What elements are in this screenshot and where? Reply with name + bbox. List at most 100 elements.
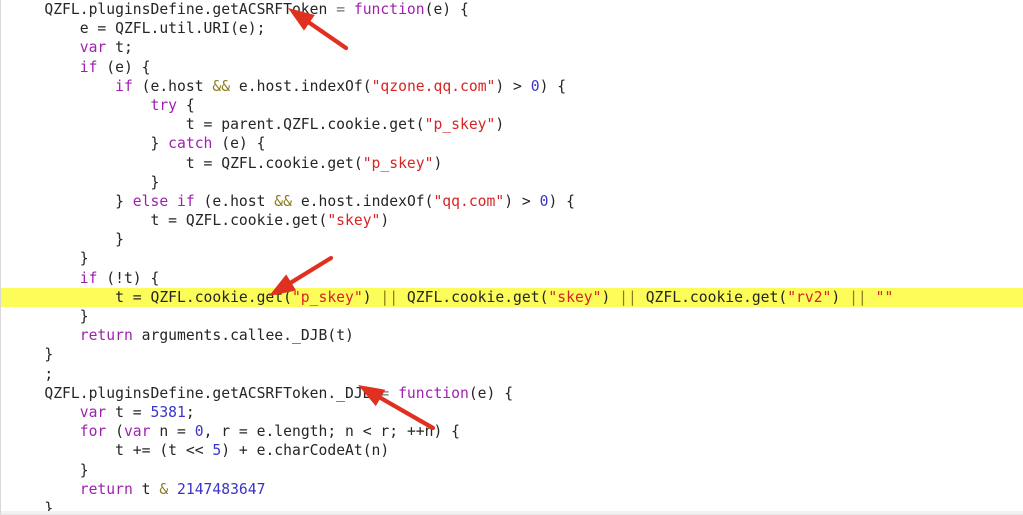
code-token-eq: = <box>380 384 399 402</box>
code-token-kw: return <box>79 480 133 498</box>
code-token-kw: function <box>398 384 469 402</box>
code-line[interactable]: ; <box>1 365 1023 384</box>
code-token-plain: ) > <box>495 77 531 95</box>
code-token-plain: } <box>9 308 89 325</box>
code-token-num: 5381 <box>150 403 186 421</box>
code-token-plain: (e) { <box>212 135 266 153</box>
code-line[interactable]: } catch (e) { <box>1 134 1023 153</box>
code-token-plain: QZFL.pluginsDefine.getACSRFToken._DJB <box>9 384 381 402</box>
code-token-plain: ) <box>380 212 390 230</box>
code-line-highlighted[interactable]: t = QZFL.cookie.get("p_skey") || QZFL.co… <box>1 287 1023 307</box>
code-token-plain: ) + e.charCodeAt(n) <box>221 442 390 460</box>
code-line[interactable]: } <box>1 461 1023 480</box>
code-token-plain: (e) { <box>424 1 469 18</box>
code-token-plain: QZFL.cookie.get( <box>398 288 549 306</box>
code-line[interactable]: return arguments.callee._DJB(t) <box>1 326 1023 345</box>
code-line[interactable]: } <box>1 345 1023 364</box>
code-token-plain: t; <box>106 39 133 57</box>
code-token-plain: } <box>9 250 89 268</box>
code-token-plain: n = <box>150 423 195 441</box>
code-block[interactable]: QZFL.pluginsDefine.getACSRFToken = funct… <box>1 0 1023 514</box>
code-token-num: 0 <box>530 77 540 95</box>
code-token-kw: return <box>79 327 133 345</box>
code-line[interactable]: if (!t) { <box>1 269 1023 288</box>
code-token-kw: var <box>79 39 107 57</box>
code-token-op: && <box>212 77 231 95</box>
code-line[interactable]: } <box>1 249 1023 268</box>
code-token-plain: arguments.callee._DJB(t) <box>132 327 354 345</box>
code-line[interactable]: } <box>1 307 1023 326</box>
code-line[interactable]: } <box>1 173 1023 192</box>
code-token-op: || <box>380 288 399 306</box>
code-line[interactable]: t += (t << 5) + e.charCodeAt(n) <box>1 441 1023 460</box>
code-line[interactable]: var t = 5381; <box>1 403 1023 422</box>
code-token-kw: var <box>79 403 107 421</box>
code-token-plain: ) <box>601 288 620 306</box>
horizontal-scrollbar[interactable] <box>1 511 1023 514</box>
code-token-plain: } <box>9 192 133 210</box>
code-token-kw: if <box>79 58 98 76</box>
code-token-kw: var <box>123 423 151 441</box>
code-line[interactable]: var t; <box>1 38 1023 57</box>
code-token-num: 0 <box>194 423 204 441</box>
code-token-plain: { <box>177 96 195 114</box>
code-token-plain: (e) { <box>468 384 514 402</box>
code-line[interactable]: return t & 2147483647 <box>1 480 1023 499</box>
code-token-plain: t = QZFL.cookie.get( <box>9 212 328 230</box>
code-token-plain: } <box>9 173 160 191</box>
code-token-plain: t += (t << <box>9 442 213 460</box>
code-token-plain: ) { <box>548 192 575 210</box>
code-token-plain: QZFL.cookie.get( <box>636 288 788 306</box>
code-line[interactable]: if (e.host && e.host.indexOf("qzone.qq.c… <box>1 77 1023 96</box>
code-token-plain: t = QZFL.cookie.get( <box>9 288 292 306</box>
code-token-plain: } <box>9 135 169 153</box>
code-token-plain: } <box>9 231 124 249</box>
code-token-kw: if <box>79 269 98 287</box>
code-token-plain: ( <box>106 423 124 441</box>
code-token-kw: else if <box>132 192 195 210</box>
code-line[interactable]: e = QZFL.util.URI(e); <box>1 19 1023 38</box>
code-token-str: "p_skey" <box>424 116 496 134</box>
code-token-str: "p_skey" <box>362 154 434 172</box>
code-token-plain: t = parent.QZFL.cookie.get( <box>9 116 425 134</box>
code-line[interactable]: try { <box>1 96 1023 115</box>
code-token-str: "qq.com" <box>433 192 505 210</box>
code-line[interactable]: if (e) { <box>1 58 1023 77</box>
code-token-plain: ; <box>9 365 54 383</box>
code-line[interactable]: t = parent.QZFL.cookie.get("p_skey") <box>1 115 1023 134</box>
code-token-plain: (e) { <box>97 58 151 76</box>
code-token-op: && <box>274 192 292 210</box>
code-token-plain: (e.host <box>194 192 275 210</box>
code-token-plain: } <box>9 461 89 479</box>
code-token-plain: t = QZFL.cookie.get( <box>9 154 363 172</box>
code-token-kw: for <box>79 423 107 441</box>
code-token-op: || <box>619 288 637 306</box>
code-token-plain: ) <box>433 154 443 172</box>
code-token-plain: (!t) { <box>97 269 160 287</box>
code-token-plain: ; <box>185 403 195 421</box>
code-line[interactable]: QZFL.pluginsDefine.getACSRFToken = funct… <box>1 0 1023 19</box>
code-token-str: "skey" <box>548 288 602 306</box>
code-line[interactable]: t = QZFL.cookie.get("skey") <box>1 211 1023 230</box>
code-line[interactable]: for (var n = 0, r = e.length; n < r; ++n… <box>1 422 1023 441</box>
code-token-num: 5 <box>212 442 222 460</box>
code-token-str: "rv2" <box>787 288 832 306</box>
code-token-plain: ) <box>495 116 505 134</box>
code-line[interactable]: } <box>1 230 1023 249</box>
code-token-plain: e.host.indexOf( <box>291 192 434 210</box>
code-token-plain: QZFL.pluginsDefine.getACSRFToken <box>9 1 337 18</box>
code-token-str: "qzone.qq.com" <box>371 77 496 95</box>
code-line[interactable]: t = QZFL.cookie.get("p_skey") <box>1 154 1023 173</box>
code-line[interactable]: QZFL.pluginsDefine.getACSRFToken._DJB = … <box>1 384 1023 403</box>
code-token-plain: (e.host <box>132 77 213 95</box>
code-line[interactable]: } else if (e.host && e.host.indexOf("qq.… <box>1 192 1023 211</box>
